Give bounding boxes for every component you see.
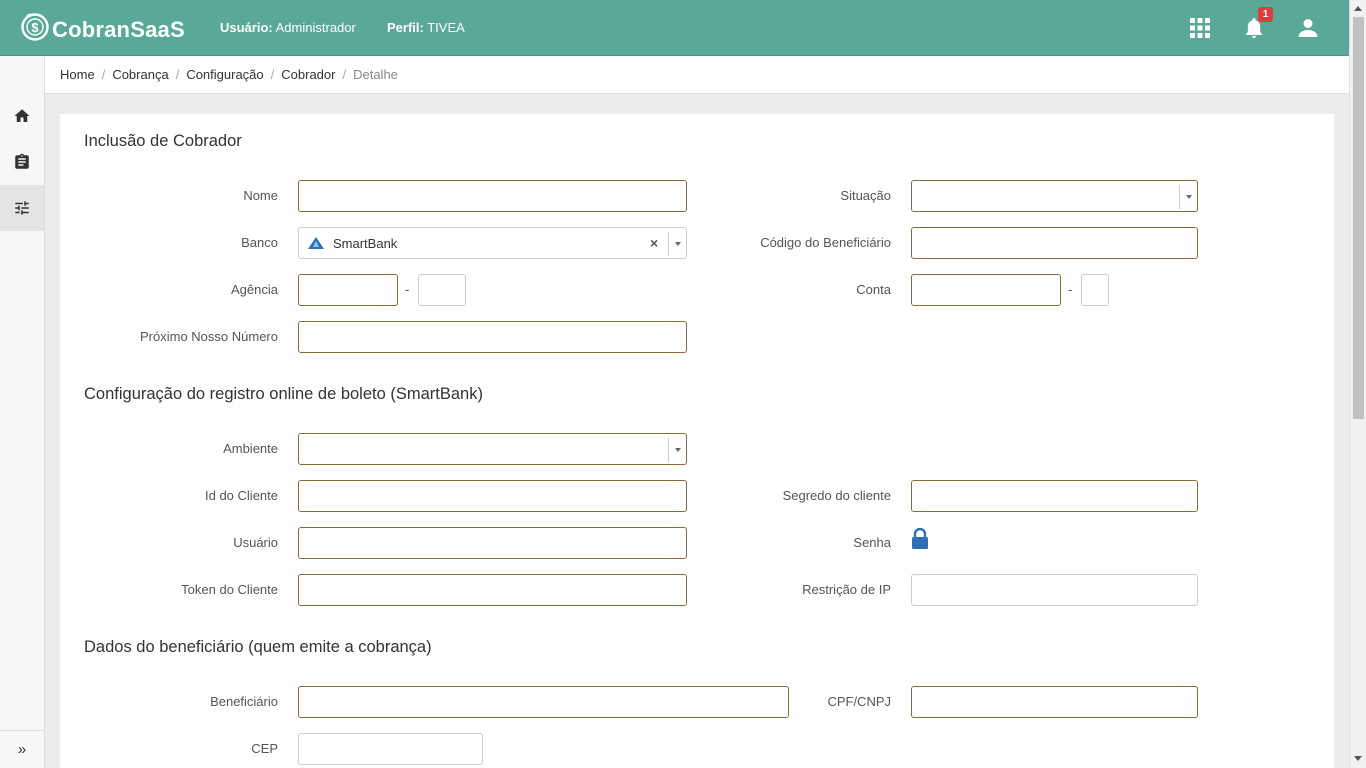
nome-label: Nome xyxy=(243,188,278,203)
sidebar-expand-button[interactable]: » xyxy=(0,730,44,768)
user-value: Administrador xyxy=(275,20,356,35)
usuario-label: Usuário xyxy=(233,535,278,550)
proximo-nosso-numero-input[interactable] xyxy=(298,321,687,353)
scroll-thumb[interactable] xyxy=(1353,17,1364,419)
user-label: Usuário: xyxy=(220,20,273,35)
banco-label: Banco xyxy=(241,235,278,250)
sidebar-item-home[interactable] xyxy=(0,93,44,139)
segredo-cliente-label: Segredo do cliente xyxy=(782,488,891,503)
app-logo[interactable]: $ CobranSaaS xyxy=(20,11,185,43)
online-config-title: Configuração do registro online de bolet… xyxy=(84,385,483,403)
cep-input[interactable] xyxy=(298,733,483,765)
breadcrumb-cobranca[interactable]: Cobrança xyxy=(112,67,168,82)
id-cliente-input[interactable] xyxy=(298,480,687,512)
breadcrumb-separator: / xyxy=(101,67,106,82)
token-cliente-label: Token do Cliente xyxy=(181,582,278,597)
notification-badge[interactable]: 1 xyxy=(1258,7,1273,22)
restricao-ip-input[interactable] xyxy=(911,574,1198,606)
apps-grid-icon[interactable] xyxy=(1188,16,1212,40)
agencia-separator: - xyxy=(405,282,410,297)
breadcrumb: Home / Cobrança / Configuração / Cobrado… xyxy=(45,56,1349,94)
user-profile-icon[interactable] xyxy=(1296,16,1320,40)
form-card: Inclusão de Cobrador Nome Situação Banco… xyxy=(60,114,1334,768)
token-cliente-input[interactable] xyxy=(298,574,687,606)
breadcrumb-detalhe: Detalhe xyxy=(353,67,398,82)
usuario-input[interactable] xyxy=(298,527,687,559)
chevron-down-icon[interactable] xyxy=(668,232,686,256)
agencia-label: Agência xyxy=(231,282,278,297)
scroll-up-icon[interactable] xyxy=(1354,6,1362,11)
profile-label: Perfil: xyxy=(387,20,424,35)
situacao-select[interactable] xyxy=(911,180,1198,212)
banco-select[interactable]: SmartBank × xyxy=(298,227,687,259)
restricao-ip-label: Restrição de IP xyxy=(802,582,891,597)
segredo-cliente-input[interactable] xyxy=(911,480,1198,512)
conta-separator: - xyxy=(1068,282,1073,297)
cpf-cnpj-input[interactable] xyxy=(911,686,1198,718)
banco-value: SmartBank xyxy=(333,236,398,251)
top-bar: $ CobranSaaS Usuário: Administrador Perf… xyxy=(0,0,1349,56)
proximo-nosso-numero-label: Próximo Nosso Número xyxy=(140,329,278,344)
breadcrumb-configuracao[interactable]: Configuração xyxy=(186,67,263,82)
profile-value: TIVEA xyxy=(427,20,465,35)
clipboard-icon xyxy=(15,153,29,169)
brand-name: CobranSaaS xyxy=(52,17,185,42)
cpf-cnpj-label: CPF/CNPJ xyxy=(827,694,891,709)
ambiente-select[interactable] xyxy=(298,433,687,465)
codigo-beneficiario-input[interactable] xyxy=(911,227,1198,259)
chevron-down-icon[interactable] xyxy=(668,438,686,462)
form-title: Inclusão de Cobrador xyxy=(84,132,242,150)
situacao-label: Situação xyxy=(840,188,891,203)
lock-icon[interactable] xyxy=(911,528,929,550)
sidebar-item-cobranca[interactable] xyxy=(0,139,44,185)
conta-digit-input[interactable] xyxy=(1081,274,1109,306)
page-scrollbar[interactable] xyxy=(1349,0,1366,768)
codigo-beneficiario-label: Código do Beneficiário xyxy=(760,235,891,250)
cep-label: CEP xyxy=(251,741,278,756)
chevron-down-icon[interactable] xyxy=(1179,185,1197,209)
breadcrumb-separator: / xyxy=(175,67,180,82)
sidebar: » xyxy=(0,56,45,768)
profile-info: Perfil: TIVEA xyxy=(387,20,465,35)
scroll-down-icon[interactable] xyxy=(1354,756,1362,761)
user-info: Usuário: Administrador xyxy=(220,20,356,35)
beneficiario-label: Beneficiário xyxy=(210,694,278,709)
ambiente-label: Ambiente xyxy=(223,441,278,456)
svg-text:$: $ xyxy=(31,20,39,35)
agencia-input[interactable] xyxy=(298,274,398,306)
breadcrumb-separator: / xyxy=(342,67,347,82)
conta-input[interactable] xyxy=(911,274,1061,306)
sliders-icon xyxy=(15,201,29,215)
logo-icon: $ xyxy=(21,13,49,41)
nome-input[interactable] xyxy=(298,180,687,212)
clear-icon[interactable]: × xyxy=(650,235,658,251)
senha-label: Senha xyxy=(853,535,891,550)
breadcrumb-home[interactable]: Home xyxy=(60,67,95,82)
home-icon xyxy=(14,109,30,122)
agencia-digit-input[interactable] xyxy=(418,274,466,306)
breadcrumb-cobrador[interactable]: Cobrador xyxy=(281,67,335,82)
beneficiario-title: Dados do beneficiário (quem emite a cobr… xyxy=(84,638,432,656)
id-cliente-label: Id do Cliente xyxy=(205,488,278,503)
sidebar-item-configuracao[interactable] xyxy=(0,185,44,231)
conta-label: Conta xyxy=(856,282,891,297)
breadcrumb-separator: / xyxy=(270,67,275,82)
smartbank-logo-icon xyxy=(308,237,324,249)
